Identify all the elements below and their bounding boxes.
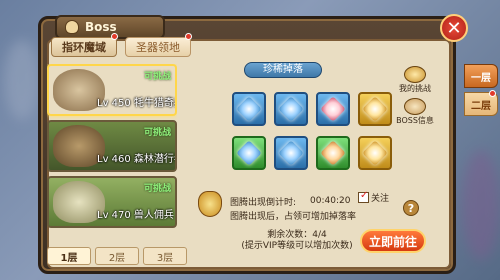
notification-dot bbox=[185, 33, 192, 40]
tab-ring-realm[interactable]: 指环魔域 bbox=[51, 37, 117, 57]
gem-icon bbox=[320, 96, 346, 122]
panel-title: Boss bbox=[85, 20, 117, 34]
countdown-value: 00:40:20 bbox=[310, 196, 351, 206]
gem-icon bbox=[278, 140, 304, 166]
floor-button-3[interactable]: 3层 bbox=[143, 247, 187, 265]
floor-selector: 1层 2层 3层 bbox=[47, 247, 187, 265]
panel-title-bar: Boss bbox=[55, 15, 165, 39]
background-foliage bbox=[462, 150, 500, 260]
scroll-icon bbox=[404, 98, 426, 115]
fox-emblem-icon bbox=[65, 20, 79, 34]
boss-status: 可挑战 bbox=[143, 184, 171, 194]
gem-icon bbox=[320, 140, 346, 166]
drop-item-slot[interactable] bbox=[232, 136, 266, 170]
boss-name: Lv 470 兽人佣兵 bbox=[97, 210, 174, 221]
drop-item-slot[interactable] bbox=[232, 92, 266, 126]
remaining-attempts: 剩余次数：4/4 (提示VIP等级可以增加次数) bbox=[232, 230, 362, 252]
boss-status: 可挑战 bbox=[143, 72, 171, 82]
gem-icon bbox=[236, 96, 262, 122]
right-tab-floor-1[interactable]: 一层 bbox=[464, 64, 498, 88]
boss-list: 可挑战 Lv 450 牦牛猎奇兵 可挑战 Lv 460 森林潜行者 可挑战 Lv… bbox=[47, 64, 177, 234]
totem-note: 图腾出现后，占领可增加掉落率 bbox=[230, 211, 357, 222]
drop-item-slot[interactable] bbox=[274, 92, 308, 126]
rare-drops-grid bbox=[232, 92, 392, 170]
gem-icon bbox=[278, 96, 304, 122]
help-button[interactable]: ? bbox=[403, 200, 419, 216]
go-now-button[interactable]: 立即前往 bbox=[360, 229, 426, 253]
gem-icon bbox=[362, 140, 388, 166]
side-button-label: 我的挑战 bbox=[399, 84, 431, 93]
gem-icon bbox=[362, 96, 388, 122]
floor-button-1[interactable]: 1层 bbox=[47, 247, 91, 265]
follow-label: 关注 bbox=[371, 194, 390, 204]
countdown-label: 图腾出现倒计时: bbox=[230, 197, 297, 208]
tab-label: 指环魔域 bbox=[62, 41, 106, 54]
follow-checkbox[interactable] bbox=[358, 190, 369, 203]
drop-item-slot[interactable] bbox=[274, 136, 308, 170]
drop-item-slot[interactable] bbox=[316, 136, 350, 170]
my-challenge-button[interactable]: 我的挑战 bbox=[398, 66, 432, 94]
boss-card-orc-mercenary[interactable]: 可挑战 Lv 470 兽人佣兵 bbox=[47, 176, 177, 228]
tab-sacred-land[interactable]: 圣器领地 bbox=[125, 37, 191, 57]
vip-hint: (提示VIP等级可以增加次数) bbox=[241, 241, 353, 251]
notification-dot bbox=[111, 33, 118, 40]
boss-info-button[interactable]: BOSS信息 bbox=[396, 98, 434, 126]
follow-toggle[interactable]: 关注 bbox=[358, 190, 390, 204]
remaining-count: 剩余次数：4/4 bbox=[267, 230, 327, 240]
tab-label: 圣器领地 bbox=[136, 41, 180, 54]
drop-item-slot[interactable] bbox=[316, 92, 350, 126]
background-foliage bbox=[4, 40, 40, 120]
rare-drops-label: 珍稀掉落 bbox=[244, 62, 322, 78]
drop-item-slot[interactable] bbox=[358, 136, 392, 170]
gem-icon bbox=[236, 140, 262, 166]
boss-card-forest-stalker[interactable]: 可挑战 Lv 460 森林潜行者 bbox=[47, 120, 177, 172]
notification-dot bbox=[489, 90, 496, 97]
drop-item-slot[interactable] bbox=[358, 92, 392, 126]
boss-status: 可挑战 bbox=[143, 128, 171, 138]
close-button[interactable]: ✕ bbox=[440, 14, 468, 42]
boss-card-yak-hunter[interactable]: 可挑战 Lv 450 牦牛猎奇兵 bbox=[47, 64, 177, 116]
boss-name: Lv 450 牦牛猎奇兵 bbox=[97, 98, 177, 109]
floor-button-2[interactable]: 2层 bbox=[95, 247, 139, 265]
boss-name: Lv 460 森林潜行者 bbox=[97, 154, 177, 165]
trophy-icon bbox=[404, 66, 426, 83]
side-button-label: BOSS信息 bbox=[396, 116, 434, 125]
